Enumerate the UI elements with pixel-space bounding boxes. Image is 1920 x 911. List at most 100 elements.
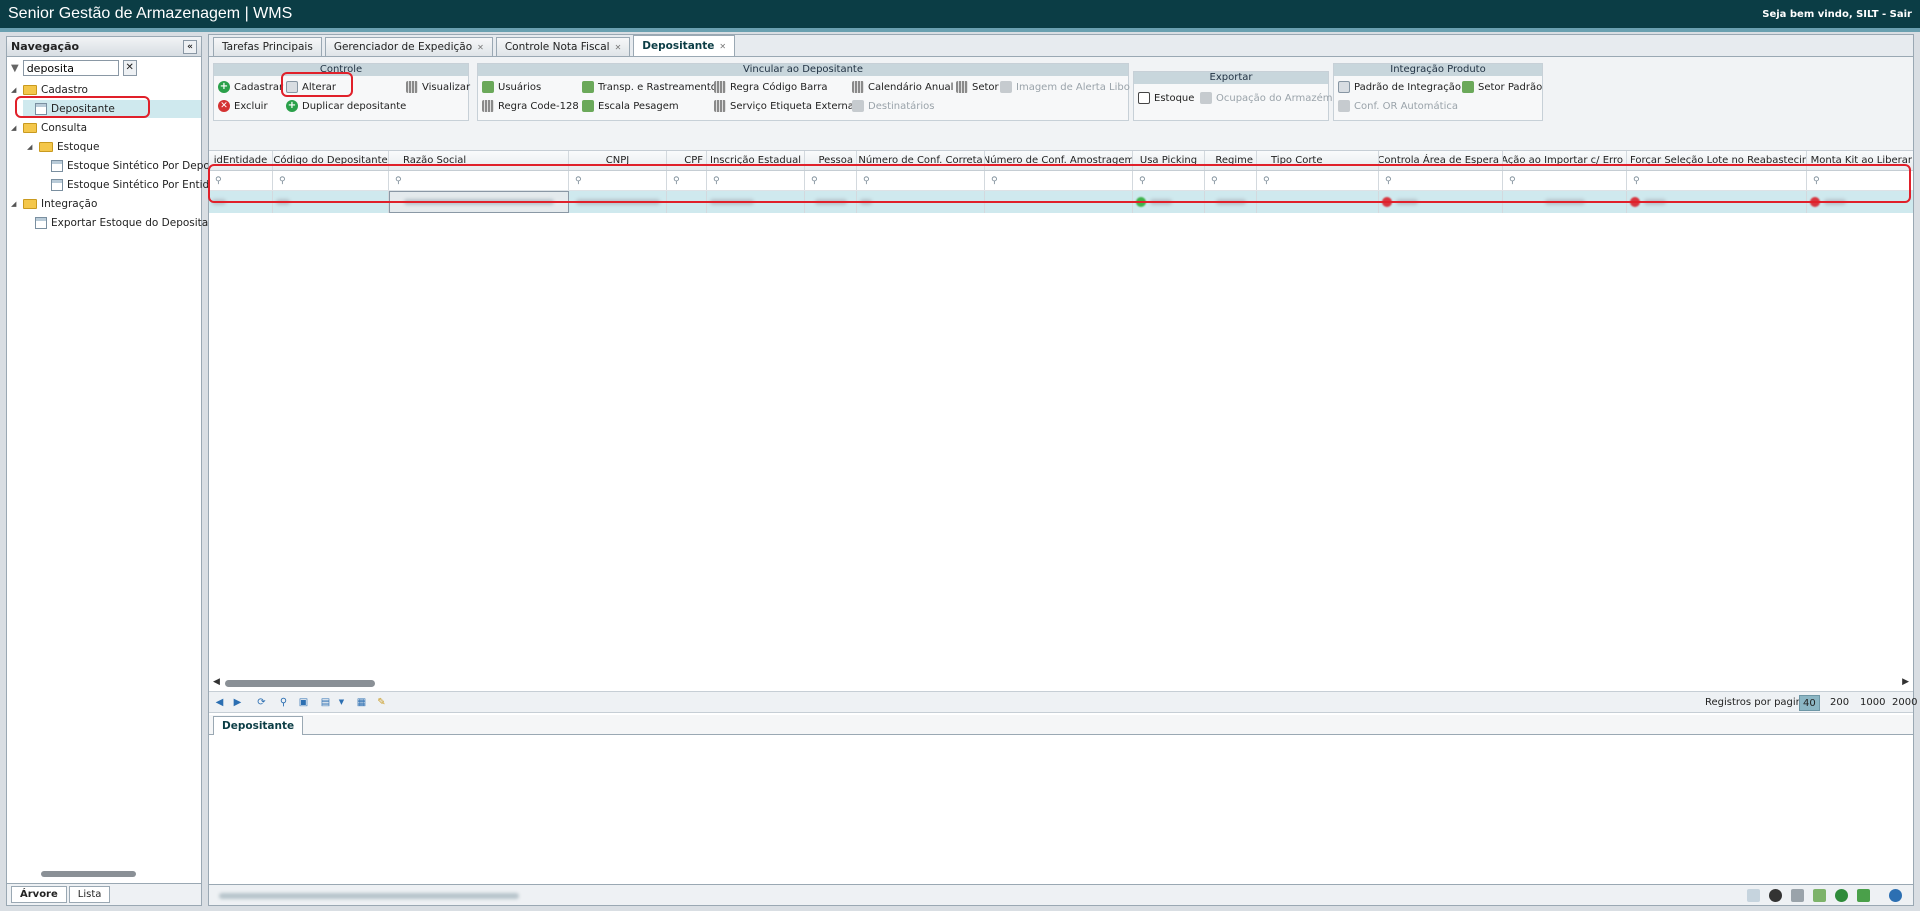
tree-expand-icon[interactable]: ◢ (11, 86, 19, 94)
col-codigo-depositante[interactable]: Código do Depositante (273, 151, 389, 170)
chart-icon[interactable] (1857, 889, 1870, 902)
filter-cell[interactable]: ⚲ (857, 171, 985, 190)
filter-cell[interactable]: ⚲ (1379, 171, 1503, 190)
collapse-icon[interactable]: « (183, 39, 197, 54)
info-icon[interactable] (1889, 889, 1902, 902)
scroll-thumb[interactable] (225, 680, 375, 687)
close-icon[interactable]: ✕ (477, 43, 484, 52)
filter-cell[interactable]: ⚲ (1627, 171, 1807, 190)
filter-cell[interactable]: ⚲ (1807, 171, 1913, 190)
setor-button[interactable]: Setor (956, 81, 999, 93)
tree-item-consulta[interactable]: ◢ Consulta (11, 119, 87, 137)
sidebar-scrollbar[interactable] (11, 869, 197, 879)
clear-filter-icon[interactable]: ✎ (375, 696, 388, 709)
excluir-button[interactable]: ✕ Excluir (218, 100, 268, 112)
grid-horizontal-scrollbar[interactable]: ◀ ▶ (209, 677, 1913, 689)
filter-cell[interactable]: ⚲ (389, 171, 569, 190)
page-size-2000[interactable]: 2000 (1889, 695, 1920, 711)
conf-or-automatica-button[interactable]: Conf. OR Automática (1338, 100, 1458, 112)
destinatarios-button[interactable]: Destinatários (852, 100, 935, 112)
escala-pesagem-button[interactable]: Escala Pesagem (582, 100, 679, 112)
filter-cell[interactable]: ⚲ (209, 171, 273, 190)
regra-codigo-barra-button[interactable]: Regra Código Barra (714, 81, 827, 93)
filter-cell[interactable]: ⚲ (1257, 171, 1379, 190)
refresh-icon[interactable]: ⟳ (255, 696, 268, 709)
printer-icon[interactable] (1813, 889, 1826, 902)
col-usa-picking[interactable]: Usa Picking (1133, 151, 1205, 170)
regra-code128-button[interactable]: Regra Code-128 (482, 100, 579, 112)
filter-cell[interactable]: ⚲ (1133, 171, 1205, 190)
navigation-search-input[interactable] (22, 60, 119, 76)
filter-cell[interactable]: ⚲ (1205, 171, 1257, 190)
tree-expand-icon[interactable]: ◢ (11, 124, 19, 132)
tree-item-cadastro[interactable]: ◢ Cadastro (11, 81, 88, 99)
previous-page-icon[interactable]: ◀ (213, 696, 226, 709)
visualizar-button[interactable]: Visualizar (406, 81, 470, 93)
tab-depositante[interactable]: Depositante ✕ (633, 35, 736, 56)
camera-icon[interactable] (1769, 889, 1782, 902)
filter-cell[interactable]: ⚲ (707, 171, 805, 190)
filter-cell[interactable]: ⚲ (273, 171, 389, 190)
exportar-estoque-button[interactable]: Estoque (1138, 92, 1194, 104)
servico-etiqueta-button[interactable]: Serviço Etiqueta Externa (714, 100, 854, 112)
tree-item-exportar-estoque[interactable]: Exportar Estoque do Depositante (35, 214, 225, 232)
close-icon[interactable]: ✕ (719, 42, 726, 51)
col-cpf[interactable]: CPF (667, 151, 707, 170)
tree-item-depositante[interactable]: Depositante (23, 100, 201, 118)
export-dropdown-icon[interactable]: ▤ (319, 696, 332, 709)
col-pessoa[interactable]: Pessoa (805, 151, 857, 170)
setor-padrao-button[interactable]: Setor Padrão (1462, 81, 1542, 93)
filter-cell[interactable]: ⚲ (985, 171, 1133, 190)
col-inscricao-estadual[interactable]: Inscrição Estadual (707, 151, 805, 170)
clear-filter-icon[interactable]: ✕ (122, 60, 137, 76)
search-icon[interactable]: ⚲ (277, 696, 290, 709)
col-forcar-selecao-lote[interactable]: Forçar Seleção Lote no Reabastecim... (1627, 151, 1807, 170)
page-size-1000[interactable]: 1000 (1857, 695, 1888, 711)
save-icon[interactable]: ▦ (355, 696, 368, 709)
padrao-integracao-button[interactable]: Padrão de Integração (1338, 81, 1461, 93)
bottom-tab-depositante[interactable]: Depositante (213, 716, 304, 735)
scroll-thumb[interactable] (41, 871, 136, 877)
tab-controle-nota-fiscal[interactable]: Controle Nota Fiscal ✕ (495, 37, 631, 56)
filter-cell[interactable]: ⚲ (805, 171, 857, 190)
tree-item-estoque-sintetico-entidade[interactable]: Estoque Sintético Por Entidade (51, 176, 229, 194)
tree-expand-icon[interactable]: ◢ (11, 200, 19, 208)
col-num-conf-amostragem[interactable]: Número de Conf. Amostragem (985, 151, 1133, 170)
duplicar-depositante-button[interactable]: + Duplicar depositante (286, 100, 406, 112)
calendario-anual-button[interactable]: Calendário Anual (852, 81, 953, 93)
col-controla-area-espera[interactable]: Controla Área de Espera (1379, 151, 1503, 170)
col-identidade[interactable]: idEntidade (209, 151, 273, 170)
tree-item-estoque[interactable]: ◢ Estoque (27, 138, 99, 156)
settings-icon[interactable] (1791, 889, 1804, 902)
image-icon[interactable]: ▣ (297, 696, 310, 709)
filter-cell[interactable]: ⚲ (667, 171, 707, 190)
welcome-logout-link[interactable]: Seja bem vindo, SILT - Sair (1762, 9, 1912, 20)
shield-icon[interactable] (1835, 889, 1848, 902)
scroll-right-icon[interactable]: ▶ (1902, 677, 1909, 687)
tree-item-estoque-sintetico-depositante[interactable]: Estoque Sintético Por Deposit (51, 157, 222, 175)
document-icon[interactable] (1747, 889, 1760, 902)
usuarios-button[interactable]: Usuários (482, 81, 541, 93)
col-monta-kit[interactable]: Monta Kit ao Liberar (1807, 151, 1913, 170)
chevron-down-icon[interactable]: ▼ (335, 696, 348, 709)
filter-cell[interactable]: ⚲ (569, 171, 667, 190)
col-cnpj[interactable]: CNPJ (569, 151, 667, 170)
col-acao-importar-erro[interactable]: Ação ao Importar c/ Erro (1503, 151, 1627, 170)
alterar-button[interactable]: Alterar (286, 81, 336, 93)
filter-cell[interactable]: ⚲ (1503, 171, 1627, 190)
tab-arvore[interactable]: Árvore (11, 886, 67, 903)
col-razao-social[interactable]: Razão Social (389, 151, 569, 170)
close-icon[interactable]: ✕ (615, 43, 622, 52)
col-tipo-corte[interactable]: Tipo Corte (1257, 151, 1379, 170)
cadastrar-button[interactable]: + Cadastrar (218, 81, 283, 93)
tree-expand-icon[interactable]: ◢ (27, 143, 35, 151)
tab-tarefas-principais[interactable]: Tarefas Principais (213, 37, 322, 56)
col-regime[interactable]: Regime (1205, 151, 1257, 170)
next-page-icon[interactable]: ▶ (231, 696, 244, 709)
tab-gerenciador-expedicao[interactable]: Gerenciador de Expedição ✕ (324, 37, 493, 56)
scroll-left-icon[interactable]: ◀ (213, 677, 220, 687)
page-size-200[interactable]: 200 (1827, 695, 1852, 711)
page-size-40[interactable]: 40 (1799, 695, 1820, 711)
col-num-conf-correta[interactable]: Número de Conf. Correta (857, 151, 985, 170)
imagem-alerta-button[interactable]: Imagem de Alerta Libo (1000, 81, 1130, 93)
